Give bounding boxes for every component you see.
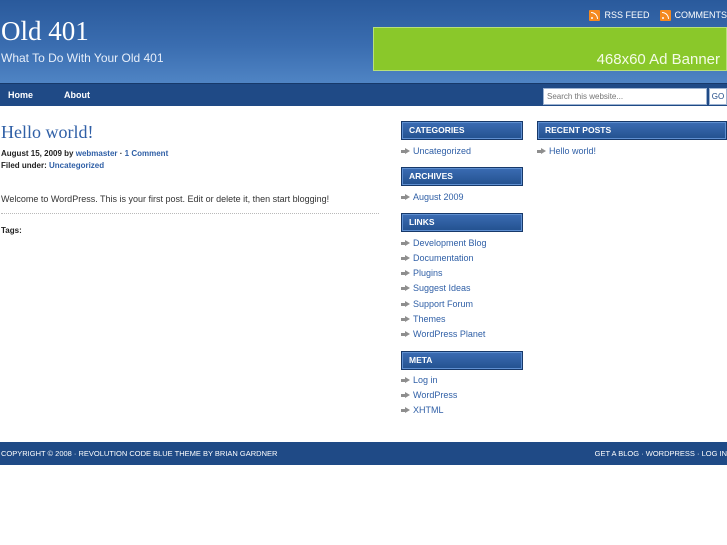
nav-item-about[interactable]: About (64, 90, 90, 100)
post-meta: August 15, 2009 by webmaster · 1 Comment (1, 149, 168, 158)
sidebar-link-wordpress-planet[interactable]: WordPress Planet (401, 329, 485, 339)
arrow-right-icon (401, 300, 410, 308)
nav-item-home[interactable]: Home (8, 90, 33, 100)
ad-banner-text: 468x60 Ad Banner (596, 51, 720, 68)
post-author-link[interactable]: webmaster (76, 149, 118, 158)
site-title[interactable]: Old 401 (1, 16, 89, 47)
sidebar-link-label: Uncategorized (413, 146, 472, 156)
sidebar-link-log-in[interactable]: Log in (401, 375, 438, 385)
sidebar-link-label: WordPress Planet (413, 329, 486, 339)
rss-icon (659, 9, 671, 21)
sidebar-link-label: XHTML (413, 405, 444, 415)
rss-feed-label: RSS FEED (604, 10, 650, 20)
ad-banner[interactable]: 468x60 Ad Banner (373, 27, 727, 71)
go-button[interactable]: GO (709, 88, 727, 105)
sidebar-link-themes[interactable]: Themes (401, 314, 446, 324)
rss-icon (589, 9, 601, 21)
main-nav: Home About GO (0, 83, 727, 106)
widget-header-links: LINKS (401, 213, 523, 232)
sidebar-link-label: Development Blog (413, 238, 487, 248)
post-tags-label: Tags: (1, 226, 22, 235)
footer-links[interactable]: GET A BLOG · WORDPRESS · LOG IN (595, 449, 727, 458)
arrow-right-icon (401, 147, 410, 155)
rss-feed-link[interactable]: RSS FEED (589, 9, 650, 21)
post-category-link[interactable]: Uncategorized (49, 161, 104, 170)
post-by: by (64, 149, 74, 158)
widget-header-categories: CATEGORIES (401, 121, 523, 140)
sidebar-link-label: Suggest Ideas (413, 283, 471, 293)
post-body: Welcome to WordPress. This is your first… (1, 194, 330, 204)
sidebar-link-label: Log in (413, 375, 438, 385)
site-tagline: What To Do With Your Old 401 (1, 51, 164, 65)
top-links: RSS FEED COMMENTS (589, 9, 727, 21)
widget-header-meta: META (401, 351, 523, 370)
post-filed-under: Filed under: Uncategorized (1, 161, 104, 170)
widget-header-recent-posts: RECENT POSTS (537, 121, 727, 140)
sidebar-link-xhtml[interactable]: XHTML (401, 405, 444, 415)
post-date: August 15, 2009 (1, 149, 62, 158)
comments-feed-link[interactable]: COMMENTS (659, 9, 727, 21)
site-footer: COPYRIGHT © 2008 · REVOLUTION CODE BLUE … (0, 442, 727, 465)
post-comments-link[interactable]: 1 Comment (125, 149, 169, 158)
sidebar-link-wordpress[interactable]: WordPress (401, 390, 457, 400)
sidebar-link-label: Hello world! (549, 146, 597, 156)
arrow-right-icon (401, 193, 410, 201)
footer-copyright[interactable]: COPYRIGHT © 2008 · REVOLUTION CODE BLUE … (1, 449, 277, 458)
arrow-right-icon (401, 330, 410, 338)
arrow-right-icon (401, 391, 410, 399)
arrow-right-icon (401, 269, 410, 277)
sidebar-link-label: August 2009 (413, 192, 464, 202)
sidebar-link-label: WordPress (413, 390, 458, 400)
sidebar-link-plugins[interactable]: Plugins (401, 268, 443, 278)
arrow-right-icon (401, 284, 410, 292)
site-header: Old 401 What To Do With Your Old 401 RSS… (0, 0, 727, 83)
arrow-right-icon (401, 376, 410, 384)
arrow-right-icon (401, 406, 410, 414)
meta-separator: · (119, 149, 123, 158)
sidebar-link-label: Plugins (413, 268, 443, 278)
search-input[interactable] (543, 88, 707, 105)
sidebar-link-uncategorized[interactable]: Uncategorized (401, 146, 471, 156)
comments-feed-label: COMMENTS (674, 10, 727, 20)
arrow-right-icon (401, 254, 410, 262)
arrow-right-icon (401, 315, 410, 323)
post-divider (1, 213, 379, 214)
arrow-right-icon (537, 147, 546, 155)
sidebar-link-recent-post[interactable]: Hello world! (537, 146, 596, 156)
sidebar-link-documentation[interactable]: Documentation (401, 253, 474, 263)
filed-under-label: Filed under: (1, 161, 47, 170)
sidebar-link-development-blog[interactable]: Development Blog (401, 238, 487, 248)
post-title[interactable]: Hello world! (1, 122, 93, 143)
sidebar-link-archive[interactable]: August 2009 (401, 192, 464, 202)
widget-header-archives: ARCHIVES (401, 167, 523, 186)
sidebar-link-label: Support Forum (413, 299, 474, 309)
sidebar-link-suggest-ideas[interactable]: Suggest Ideas (401, 283, 471, 293)
sidebar-link-label: Themes (413, 314, 446, 324)
sidebar-link-label: Documentation (413, 253, 474, 263)
sidebar-link-support-forum[interactable]: Support Forum (401, 299, 473, 309)
arrow-right-icon (401, 239, 410, 247)
